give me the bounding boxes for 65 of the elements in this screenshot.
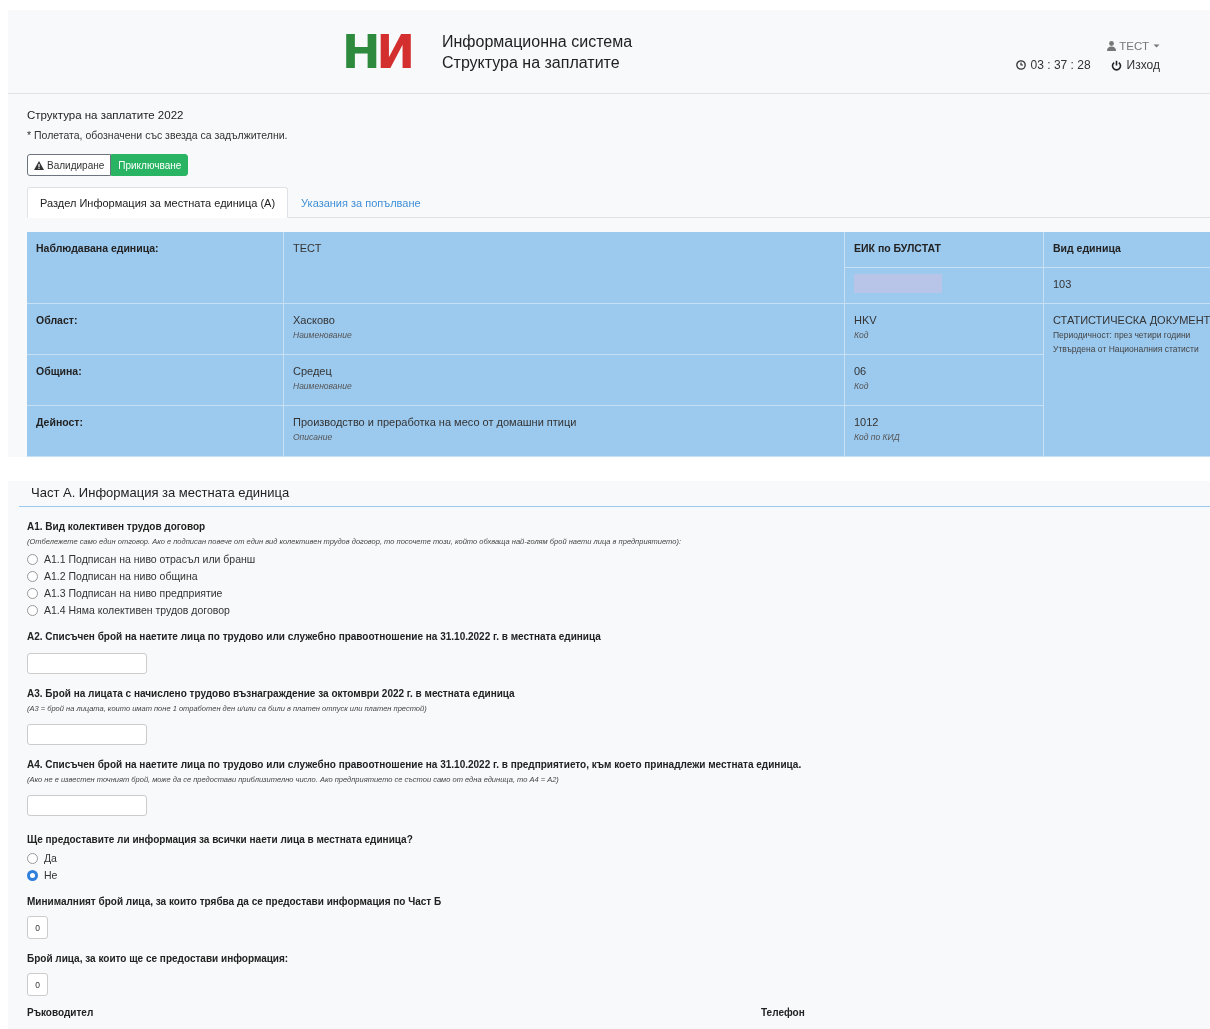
- option-label: А1.3 Подписан на ниво предприятие: [44, 587, 223, 599]
- warning-icon: [34, 160, 44, 170]
- option-label: А1.2 Подписан на ниво община: [44, 570, 198, 582]
- field-hint: Описание: [293, 432, 334, 442]
- field-value: Средец: [293, 365, 333, 377]
- power-icon: [1110, 59, 1122, 71]
- radio-button[interactable]: [27, 852, 38, 864]
- input-field[interactable]: [27, 795, 147, 816]
- field-value: Хасково: [293, 314, 336, 326]
- input-field[interactable]: [27, 653, 147, 674]
- session-timer: 03 : 37 : 28: [1030, 58, 1091, 72]
- app-title: Информационна система: [442, 31, 633, 52]
- question-label: А1. Вид колективен трудов договор: [27, 521, 207, 532]
- field-label: Област:: [36, 314, 79, 326]
- question-label: А4. Списъчен брой на наетите лица по трудово или служебно правоотношение на 31.10.2022 г. в предприятието, към което принадлежи местната единица.: [27, 759, 803, 770]
- clock-icon: [1015, 60, 1026, 70]
- radio-button[interactable]: [27, 570, 38, 582]
- caret-icon: [1152, 42, 1161, 50]
- field-label: Община:: [36, 365, 83, 377]
- document-info: Утвърдена от Националния статисти: [1053, 344, 1200, 354]
- app-title: Структура на заплатите: [442, 52, 621, 73]
- option-label: Да: [44, 852, 57, 864]
- input-field[interactable]: [27, 724, 147, 745]
- field-label: ЕИК по БУЛСТАТ: [854, 242, 942, 254]
- field-label: Вид единица: [1053, 242, 1122, 254]
- user-menu[interactable]: ТЕСТ: [1107, 40, 1161, 52]
- form-title: Структура на заплатите 2022: [27, 109, 185, 121]
- field-hint: Наименование: [293, 381, 353, 391]
- tab[interactable]: Раздел Информация за местната единица (А): [27, 187, 289, 218]
- field-hint: Код по КИД: [854, 432, 901, 442]
- logout-link[interactable]: Изход: [1110, 58, 1160, 72]
- field-label: Наблюдавана единица:: [36, 242, 160, 254]
- validate-button[interactable]: Валидиране: [27, 154, 112, 176]
- option-label: А1.1 Подписан на ниво отрасъл или бранш: [44, 553, 256, 565]
- field-hint: Код: [854, 330, 870, 340]
- question-label: А2. Списъчен брой на наетите лица по трудово или служебно правоотношение на 31.10.2022 г. в местната единица: [27, 631, 602, 642]
- field-label: Телефон: [761, 1006, 805, 1019]
- user-icon: [1107, 41, 1117, 51]
- count-field[interactable]: 0: [27, 973, 48, 996]
- field-label: Дейност:: [36, 416, 84, 428]
- field-value: ТЕСТ: [293, 242, 323, 254]
- question-label: Ще предоставите ли информация за всички наети лица в местната единица?: [27, 834, 414, 845]
- radio-button[interactable]: [27, 869, 38, 881]
- field-hint: Код: [854, 381, 870, 391]
- field-value: 103: [1053, 278, 1073, 290]
- field-label: Ръководител: [27, 1006, 95, 1019]
- radio-button[interactable]: [27, 604, 38, 616]
- document-info: Периодичност: през четири години: [1053, 330, 1192, 340]
- field-value: HKV: [854, 314, 878, 326]
- radio-button[interactable]: [27, 553, 38, 565]
- question-label: А3. Брой на лицата с начислено трудово възнаграждение за октомври 2022 г. в местната единица: [27, 688, 516, 699]
- section-heading: Част А. Информация за местната единица: [19, 481, 1210, 507]
- question-label: Брой лица, за които ще се предостави информация:: [27, 953, 290, 964]
- required-note: * Полетата, обозначени със звезда са задължителни.: [27, 129, 289, 141]
- field-value: Производство и преработка на месо от домашни птици: [293, 416, 578, 428]
- option-label: Не: [44, 869, 58, 881]
- question-label: Минималният брой лица, за които трябва да се предостави информация по Част Б: [27, 896, 443, 907]
- document-title: СТАТИСТИЧЕСКА ДОКУМЕНТ: [1053, 314, 1210, 326]
- option-label: А1.4 Няма колективен трудов договор: [44, 604, 230, 616]
- field-value: 1012: [854, 416, 880, 428]
- field-value: 06: [854, 365, 868, 377]
- radio-button[interactable]: [27, 587, 38, 599]
- count-field[interactable]: 0: [27, 916, 48, 939]
- logo: НИ: [342, 24, 412, 79]
- field-hint: Наименование: [293, 330, 353, 340]
